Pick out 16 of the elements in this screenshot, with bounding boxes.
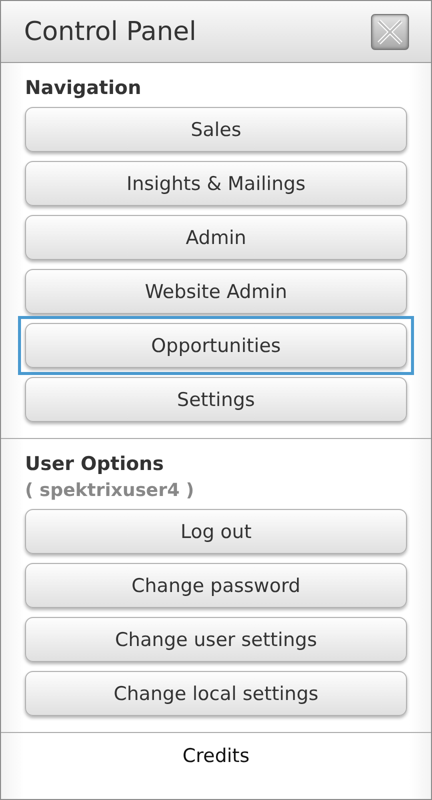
menu-button[interactable]: Change password — [25, 563, 407, 608]
menu-button[interactable]: Log out — [25, 509, 407, 554]
section-heading: User Options — [25, 453, 165, 475]
menu-button[interactable]: Opportunities — [25, 323, 407, 368]
credits-link[interactable]: Credits — [182, 745, 250, 767]
menu-button[interactable]: Change user settings — [25, 617, 407, 662]
menu-button[interactable]: Sales — [25, 107, 407, 152]
menu-button[interactable]: Website Admin — [25, 269, 407, 314]
menu-button[interactable]: Insights & Mailings — [25, 161, 407, 206]
panel-title: Control Panel — [24, 16, 196, 46]
close-button[interactable] — [371, 14, 409, 50]
menu-button[interactable]: Settings — [25, 377, 407, 422]
username: ( spektrixuser4 ) — [25, 480, 196, 501]
menu-button[interactable]: Admin — [25, 215, 407, 260]
section-heading: Navigation — [25, 77, 142, 99]
menu-button[interactable]: Change local settings — [25, 671, 407, 716]
